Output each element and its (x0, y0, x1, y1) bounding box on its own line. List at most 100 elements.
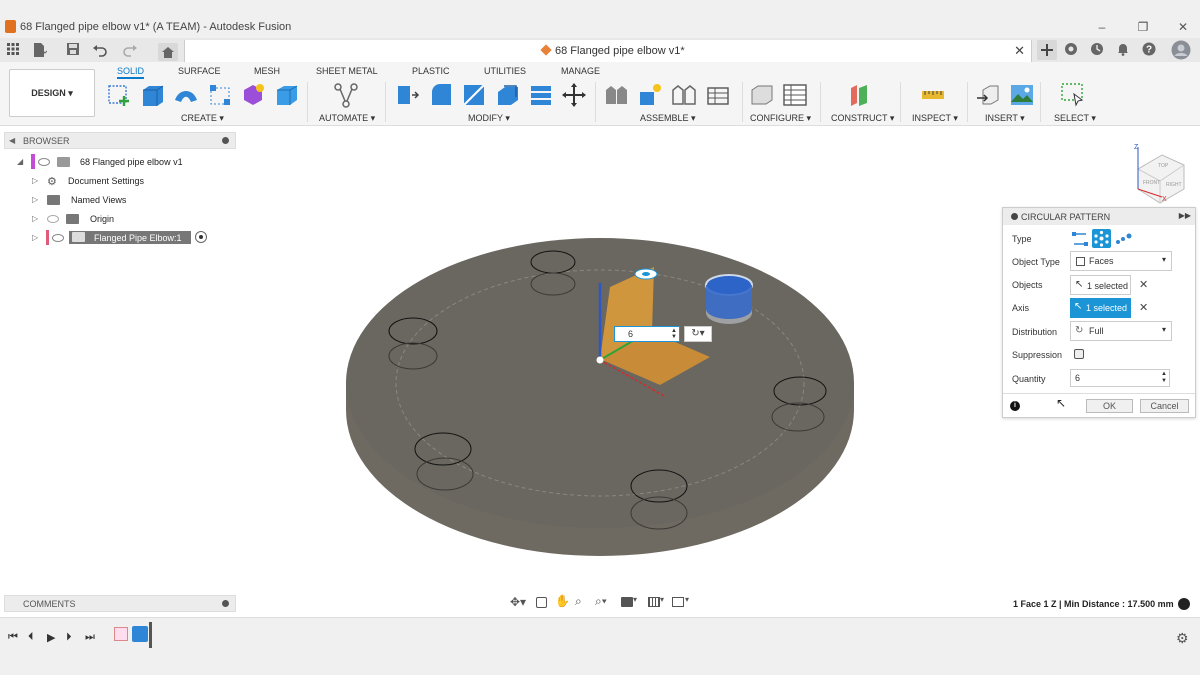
step-forward-icon[interactable]: ⏵ (66, 631, 72, 644)
step-back-icon[interactable]: ⏴ (28, 631, 34, 644)
comments-panel-header[interactable]: COMMENTS (4, 595, 236, 612)
object-type-select[interactable]: Faces ▾ (1070, 251, 1172, 271)
timeline-marker[interactable] (149, 622, 152, 648)
type-features-icon[interactable] (1070, 230, 1090, 248)
insert-derive-icon[interactable] (975, 82, 1001, 108)
fit-zoom-icon[interactable]: ⌕▾ (595, 594, 607, 609)
combine-icon[interactable] (528, 82, 554, 108)
workspace-switcher[interactable]: DESIGN ▾ (9, 69, 95, 117)
selected-hole-face[interactable] (705, 274, 753, 324)
shell-icon[interactable] (495, 82, 521, 108)
tab-manage[interactable]: MANAGE (561, 66, 600, 76)
pin-icon[interactable] (222, 137, 229, 144)
activate-radio-icon[interactable] (195, 231, 207, 243)
collapse-icon[interactable]: ◀ (9, 136, 15, 145)
pan-hand-icon[interactable]: ✋ (555, 594, 570, 608)
offset-plane-icon[interactable] (847, 82, 873, 108)
display-settings-icon[interactable] (621, 597, 633, 607)
tree-item-origin[interactable]: Origin (90, 214, 114, 224)
tab-surface[interactable]: SURFACE (178, 66, 221, 76)
select-window-icon[interactable] (1060, 82, 1086, 108)
clear-axis-icon[interactable]: ✕ (1139, 301, 1148, 314)
viewports-icon[interactable] (672, 597, 684, 607)
job-status-icon[interactable] (1089, 42, 1105, 58)
insert-group-label[interactable]: INSERT ▾ (985, 113, 1025, 124)
new-tab-plus-icon[interactable] (1037, 40, 1057, 60)
close-document-button[interactable]: ✕ (1014, 43, 1025, 59)
automate-icon[interactable] (333, 82, 359, 108)
tree-root-label[interactable]: 68 Flanged pipe elbow v1 (80, 157, 183, 167)
new-component-icon[interactable] (604, 82, 630, 108)
tree-item-document-settings[interactable]: Document Settings (68, 176, 144, 186)
go-to-end-icon[interactable]: ⏭ (85, 631, 95, 644)
maximize-button[interactable]: ❐ (1136, 20, 1150, 34)
type-faces-icon[interactable] (1092, 229, 1111, 248)
browser-panel-header[interactable]: ◀ BROWSER (4, 132, 236, 149)
measure-status-icon[interactable] (1178, 598, 1190, 610)
chamfer-icon[interactable] (461, 82, 487, 108)
orbit-icon[interactable]: ✥▾ (510, 595, 526, 609)
objects-selector[interactable]: ↖ 1 selected (1070, 275, 1131, 295)
clear-objects-icon[interactable]: ✕ (1139, 278, 1148, 291)
stepper-arrows-icon[interactable]: ▲ ▼ (1161, 371, 1167, 385)
viewcube[interactable]: TOP FRONT RIGHT Z X (1134, 144, 1185, 204)
move-icon[interactable] (561, 82, 587, 108)
form-icon[interactable] (240, 82, 266, 108)
apps-grid-icon[interactable] (5, 42, 21, 58)
dialog-collapse-icon[interactable] (1011, 213, 1018, 220)
loft-icon[interactable] (207, 82, 233, 108)
tab-solid[interactable]: SOLID (117, 66, 145, 79)
save-icon[interactable] (65, 42, 81, 58)
grid-snaps-icon[interactable] (648, 597, 660, 607)
tree-item-flanged-pipe-elbow[interactable]: Flanged Pipe Elbow:1 (94, 233, 182, 243)
distribution-select[interactable]: ↻ Full ▾ (1070, 321, 1172, 341)
notifications-bell-icon[interactable] (1115, 42, 1131, 58)
spinner-arrows-icon[interactable]: ▲ ▼ (671, 328, 677, 340)
construct-group-label[interactable]: CONSTRUCT ▾ (831, 113, 894, 124)
tab-utilities[interactable]: UTILITIES (484, 66, 526, 76)
ok-button[interactable]: OK (1086, 399, 1133, 413)
document-tab[interactable]: 68 Flanged pipe elbow v1* ✕ (184, 40, 1032, 62)
file-menu-icon[interactable] (31, 42, 48, 58)
expand-triangle-icon[interactable]: ▷ (32, 233, 38, 242)
hidden-eye-icon[interactable] (47, 215, 59, 223)
timeline-sketch-feature-icon[interactable] (114, 627, 128, 641)
configuration-table-icon[interactable] (782, 82, 808, 108)
close-window-button[interactable]: ✕ (1176, 20, 1190, 34)
create-sketch-icon[interactable] (106, 82, 132, 108)
as-built-joint-icon[interactable] (671, 82, 697, 108)
minimize-button[interactable]: – (1095, 20, 1109, 34)
direction-toggle-button[interactable]: ↻▾ (684, 326, 712, 342)
create-group-label[interactable]: CREATE ▾ (181, 113, 224, 124)
axis-selector[interactable]: ↖ 1 selected (1070, 298, 1131, 318)
box-icon[interactable] (274, 82, 300, 108)
quantity-stepper[interactable]: 6 ▲ ▼ (1070, 369, 1170, 387)
user-avatar[interactable] (1171, 40, 1191, 60)
press-pull-icon[interactable] (394, 82, 420, 108)
visibility-eye-icon[interactable] (38, 158, 50, 166)
timeline-extrude-feature-icon[interactable] (132, 626, 148, 642)
undo-icon[interactable] (92, 42, 108, 58)
info-icon[interactable]: i (1010, 401, 1020, 411)
home-icon[interactable] (158, 43, 178, 61)
tree-item-named-views[interactable]: Named Views (71, 195, 126, 205)
expand-triangle-icon[interactable]: ▷ (32, 176, 38, 185)
modify-group-label[interactable]: MODIFY ▾ (468, 113, 510, 124)
play-icon[interactable]: ▶ (47, 631, 55, 644)
select-group-label[interactable]: SELECT ▾ (1054, 113, 1096, 124)
measure-icon[interactable] (920, 82, 946, 108)
canvas-quantity-input[interactable]: 6 ▲ ▼ (614, 326, 680, 342)
expand-triangle-icon[interactable]: ◢ (17, 157, 23, 166)
type-bodies-icon[interactable] (1114, 230, 1134, 248)
automate-group-label[interactable]: AUTOMATE ▾ (319, 113, 375, 124)
suppression-checkbox[interactable] (1074, 349, 1084, 359)
sweep-icon[interactable] (173, 82, 199, 108)
tab-sheet-metal[interactable]: SHEET METAL (316, 66, 378, 76)
timeline-settings-gear-icon[interactable]: ⚙ (1176, 630, 1189, 647)
joint-icon[interactable] (637, 82, 663, 108)
expand-triangle-icon[interactable]: ▷ (32, 195, 38, 204)
tab-mesh[interactable]: MESH (254, 66, 280, 76)
redo-icon[interactable] (122, 42, 138, 58)
expand-triangle-icon[interactable]: ▷ (32, 214, 38, 223)
cancel-button[interactable]: Cancel (1140, 399, 1189, 413)
